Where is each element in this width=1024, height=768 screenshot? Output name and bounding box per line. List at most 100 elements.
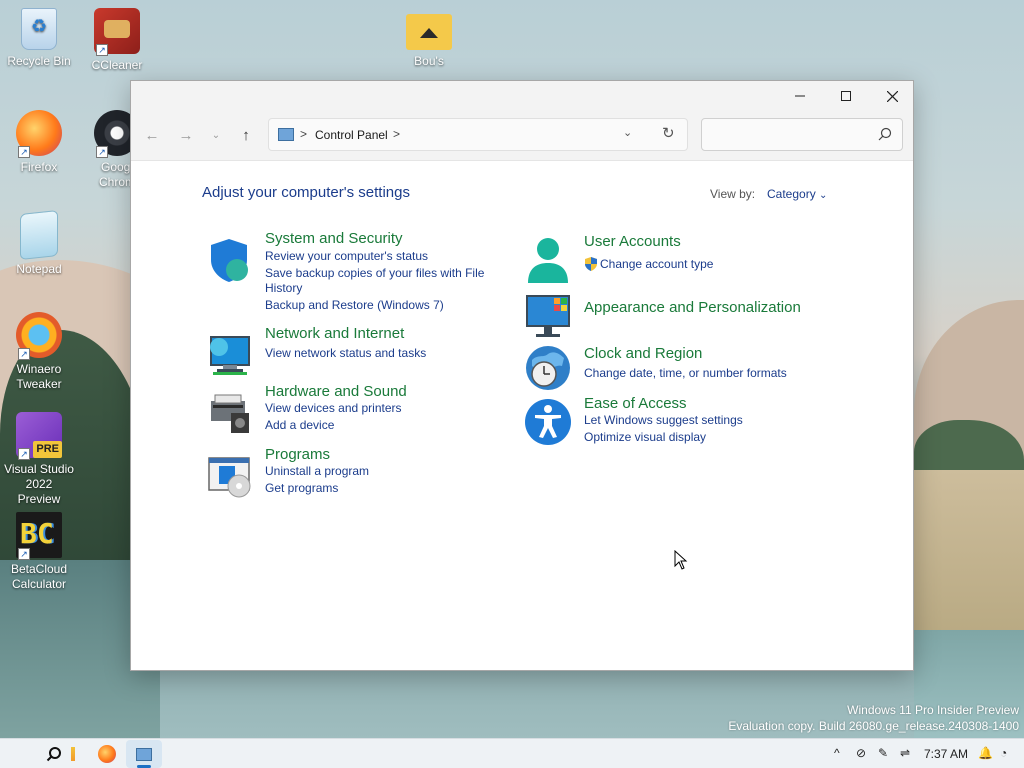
control-panel-icon [136,747,152,761]
minimize-button[interactable] [777,81,823,111]
category-title-appearance[interactable]: Appearance and Personalization [584,299,801,316]
close-button[interactable] [869,81,915,111]
pen-icon[interactable]: ✎ [878,746,888,760]
programs-icon [208,457,251,498]
watermark-line: Windows 11 Pro Insider Preview [847,703,1019,717]
maximize-icon [841,91,851,101]
category-network-internet: Network and Internet View network status… [205,325,505,379]
up-arrow-icon: ↑ [242,126,250,144]
breadcrumb-separator[interactable]: > [393,127,400,141]
link-date-time-formats[interactable]: Change date, time, or number formats [584,366,787,381]
desktop-icon-folder[interactable]: Bou's [393,8,465,69]
category-title-user-accounts[interactable]: User Accounts [584,233,681,250]
control-panel-window: ← → ⌄ ↑ > Control Panel > ⌄ ↻ Adjust you… [130,80,914,671]
chevron-down-icon: ⌄ [819,190,828,201]
volume-icon[interactable]: ⇌ [900,746,910,760]
ccleaner-icon: ↗ [94,8,140,56]
focus-icon[interactable]: ◔ [1000,746,1007,760]
show-hidden-icons-chevron[interactable]: ^ [834,746,840,760]
refresh-icon[interactable]: ↻ [662,124,675,142]
up-button[interactable]: ↑ [231,123,261,147]
category-title-programs[interactable]: Programs [265,446,330,463]
category-appearance: Appearance and Personalization [524,292,844,337]
link-file-history[interactable]: Save backup copies of your files with Fi… [265,266,484,281]
breadcrumb-control-panel[interactable]: Control Panel [315,128,388,142]
shortcut-arrow-icon: ↗ [96,44,108,56]
taskbar: ^ ⊘ ✎ ⇌ 7:37 AM 🔔 ◔ [0,738,1024,768]
forward-button[interactable]: → [171,123,201,147]
maximize-button[interactable] [823,81,869,111]
taskbar-clock[interactable]: 7:37 AM [924,747,968,761]
wallpaper-grass [914,470,1024,640]
link-file-history-cont[interactable]: History [265,281,302,296]
desktop-icon-visual-studio[interactable]: PRE ↗ Visual Studio 2022 Preview [3,412,75,507]
watermark-line: Evaluation copy. Build 26080.ge_release.… [728,719,1019,733]
desktop-icon-winaero[interactable]: ↗ Winaero Tweaker [3,312,75,392]
close-icon [886,90,898,102]
desktop-icon-label: Visual Studio [4,462,74,476]
desktop-icon-label: Bou's [414,54,444,68]
address-dropdown-icon[interactable]: ⌄ [623,126,632,139]
link-backup-restore[interactable]: Backup and Restore (Windows 7) [265,298,444,313]
taskbar-firefox-button[interactable] [96,743,118,765]
category-programs: Programs Uninstall a program Get program… [205,446,505,504]
minimize-icon [795,95,805,97]
desktop-icon-recycle-bin[interactable]: ♻ Recycle Bin [3,8,75,69]
link-review-status[interactable]: Review your computer's status [265,249,428,264]
taskbar-widget-button[interactable] [68,743,78,765]
navigation-toolbar: ← → ⌄ ↑ > Control Panel > ⌄ ↻ [131,113,913,161]
shortcut-arrow-icon: ↗ [18,548,30,560]
link-get-programs[interactable]: Get programs [265,481,338,496]
mouse-cursor-icon [674,550,688,570]
search-icon[interactable] [878,127,892,141]
clock-globe-icon [526,346,570,390]
title-bar[interactable] [131,81,913,113]
search-box[interactable] [701,118,903,151]
shortcut-arrow-icon: ↗ [18,348,30,360]
category-ease-of-access: Ease of Access Let Windows suggest setti… [524,395,844,450]
desktop-icon-label: Firefox [20,160,58,174]
user-icon [528,238,568,283]
search-input[interactable] [708,125,868,145]
category-title-network-internet[interactable]: Network and Internet [265,325,404,342]
link-optimize-display[interactable]: Optimize visual display [584,430,706,445]
search-icon [46,747,61,762]
desktop-icon-firefox[interactable]: ↗ Firefox [3,110,75,175]
category-hardware-sound: Hardware and Sound View devices and prin… [205,383,505,441]
taskbar-search-button[interactable] [43,743,65,765]
desktop-icon-label: BetaCloud [10,562,68,576]
accessibility-icon [525,399,571,445]
pre-badge: PRE [33,441,62,458]
category-title-ease-of-access[interactable]: Ease of Access [584,395,687,412]
recent-locations-button[interactable]: ⌄ [201,123,231,147]
desktop-icon-ccleaner[interactable]: ↗ CCleaner [81,8,153,73]
back-button[interactable]: ← [137,123,167,147]
network-icon [210,336,250,375]
breadcrumb-separator: > [300,127,308,141]
link-network-status[interactable]: View network status and tasks [265,346,426,361]
address-bar[interactable]: > Control Panel > ⌄ ↻ [268,118,688,151]
shortcut-arrow-icon: ↗ [96,146,108,158]
category-title-system-security[interactable]: System and Security [265,230,403,247]
link-suggest-settings[interactable]: Let Windows suggest settings [584,413,743,428]
shortcut-arrow-icon: ↗ [18,146,30,158]
control-panel-content: Adjust your computer's settings View by:… [131,162,913,670]
page-title: Adjust your computer's settings [202,184,410,201]
view-by-dropdown[interactable]: Category ⌄ [767,187,827,201]
link-uninstall-program[interactable]: Uninstall a program [265,464,369,479]
view-by-label: View by: [710,187,756,201]
link-devices-printers[interactable]: View devices and printers [265,401,402,416]
category-title-hardware-sound[interactable]: Hardware and Sound [265,383,407,400]
firefox-icon [98,745,116,763]
desktop-icon-label: Winaero [16,362,62,376]
category-title-clock-region[interactable]: Clock and Region [584,345,702,362]
taskbar-control-panel-icon-wrap [133,743,155,765]
desktop-icon-label: Calculator [11,577,67,591]
notification-bell-icon[interactable]: 🔔 [978,746,993,760]
link-add-device[interactable]: Add a device [265,418,334,433]
desktop-icon-label: CCleaner [91,58,143,72]
desktop-icon-notepad[interactable]: Notepad [3,210,75,277]
network-disconnected-icon[interactable]: ⊘ [856,746,866,760]
link-change-account-type[interactable]: Change account type [600,257,713,272]
desktop-icon-betacloud[interactable]: BC ↗ BetaCloud Calculator [3,512,75,592]
